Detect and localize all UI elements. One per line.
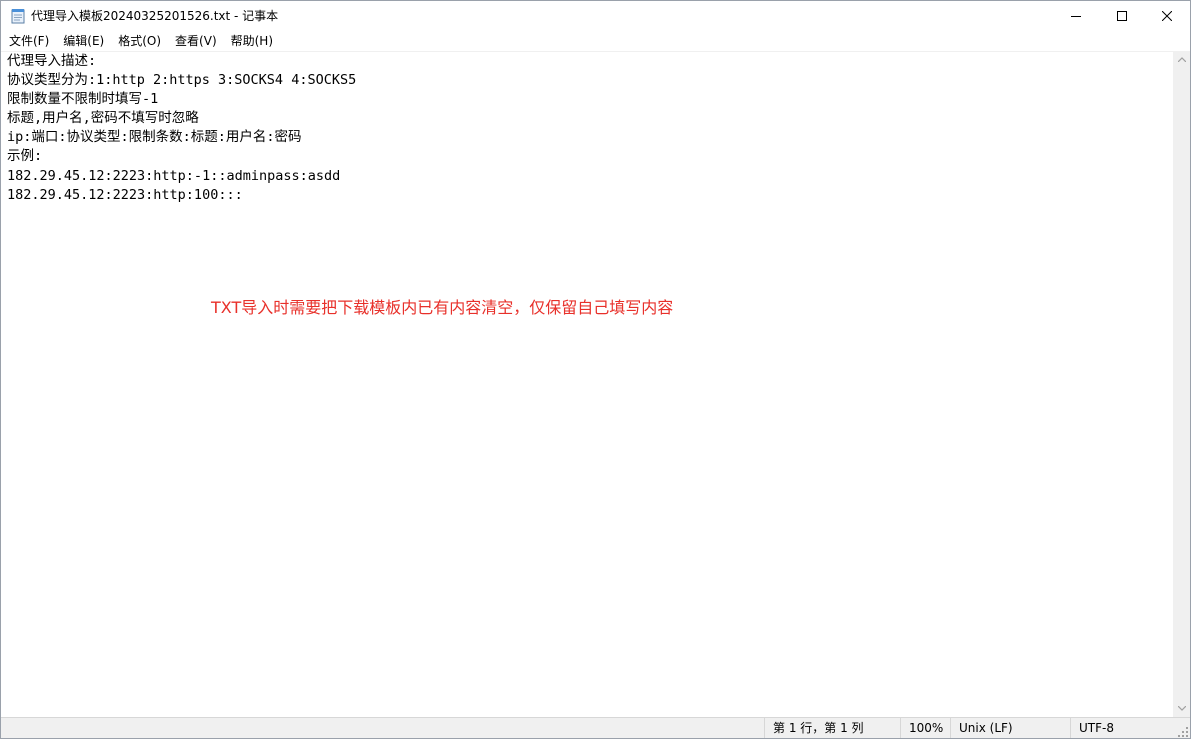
notepad-icon [11,9,25,24]
status-bar: 第 1 行，第 1 列 100% Unix (LF) UTF-8 [1,717,1190,738]
scroll-up-button[interactable] [1173,51,1190,68]
line-ending: Unix (LF) [950,718,1070,738]
close-icon [1162,11,1172,21]
menu-help[interactable]: 帮助(H) [224,31,280,51]
resize-grip-icon[interactable] [1178,727,1188,737]
title-bar[interactable]: 代理导入模板20240325201526.txt - 记事本 [1,1,1190,31]
menu-view[interactable]: 查看(V) [168,31,224,51]
maximize-icon [1117,11,1127,21]
editor-line: 182.29.45.12:2223:http:-1::adminpass:asd… [7,168,341,184]
close-button[interactable] [1144,1,1190,31]
menu-format[interactable]: 格式(O) [111,31,168,51]
arrow-up-icon [1177,57,1186,62]
editor-line: 代理导入描述: [7,53,97,69]
menu-file[interactable]: 文件(F) [2,31,56,51]
zoom-level: 100% [900,718,950,738]
notepad-window: 代理导入模板20240325201526.txt - 记事本 文件(F) 编辑(… [0,0,1191,739]
editor-line: ip:端口:协议类型:限制条数:标题:用户名:密码 [7,129,302,145]
editor-line: 限制数量不限制时填写-1 [7,91,159,107]
minimize-icon [1071,16,1081,17]
annotation-text: TXT导入时需要把下载模板内已有内容清空，仅保留自己填写内容 [211,298,674,317]
editor-line: 协议类型分为:1:http 2:https 3:SOCKS4 4:SOCKS5 [7,72,357,88]
maximize-button[interactable] [1099,1,1145,31]
arrow-down-icon [1177,706,1186,711]
text-editor[interactable]: 代理导入描述: 协议类型分为:1:http 2:https 3:SOCKS4 4… [1,51,1173,718]
editor-line: 182.29.45.12:2223:http:100::: [7,187,243,203]
menu-bar: 文件(F) 编辑(E) 格式(O) 查看(V) 帮助(H) [1,31,1190,51]
scroll-down-button[interactable] [1173,700,1190,717]
minimize-button[interactable] [1053,1,1099,31]
vertical-scrollbar[interactable] [1173,51,1190,717]
encoding: UTF-8 [1070,718,1190,738]
editor-line: 标题,用户名,密码不填写时忽略 [7,110,199,126]
window-title: 代理导入模板20240325201526.txt - 记事本 [31,9,279,23]
menu-edit[interactable]: 编辑(E) [56,31,111,51]
cursor-position: 第 1 行，第 1 列 [764,718,900,738]
editor-line: 示例: [7,148,43,164]
